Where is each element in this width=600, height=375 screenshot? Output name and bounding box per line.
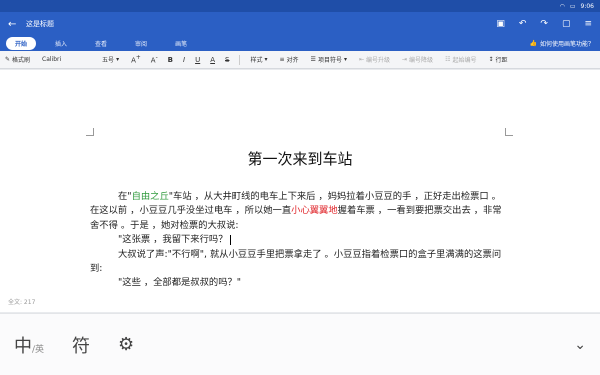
- more-icon[interactable]: ≡: [584, 19, 592, 29]
- bold-icon[interactable]: B: [168, 56, 173, 64]
- redo-icon[interactable]: ↷: [540, 19, 548, 29]
- paragraph: "这张票 ，我留下来行吗？: [90, 233, 510, 247]
- style-select[interactable]: 样式 ▾: [250, 55, 267, 64]
- document-page[interactable]: 第一次来到车站 在"自由之丘"车站 ，从大井町线的电车上下来后 ，妈妈拉着小豆豆…: [0, 70, 600, 312]
- highlight-text: 小心翼翼地: [291, 205, 338, 217]
- align-label: 对齐: [286, 57, 299, 64]
- chevron-down-icon[interactable]: ⌄: [574, 337, 586, 353]
- title-bar: ← 这是标题 ▣ ↶ ↷ ▢ ≡: [0, 12, 600, 36]
- ime-zh-label: 中: [14, 335, 32, 357]
- ime-en-label: /英: [32, 344, 45, 355]
- chevron-down-icon: ▾: [264, 56, 268, 63]
- fullscreen-icon[interactable]: ▢: [562, 19, 571, 29]
- crop-mark: [505, 128, 513, 136]
- line-spacing-icon: ↕: [488, 56, 494, 63]
- font-name-select[interactable]: Calibri: [42, 56, 90, 63]
- start-numbering-button[interactable]: ☷ 起始编号: [445, 55, 476, 64]
- align-left-icon: ≡: [279, 56, 285, 63]
- bullets-button[interactable]: ☰ 项目符号 ▾: [311, 55, 347, 64]
- word-count: 全文: 217: [8, 299, 36, 306]
- pen-help-label: 如何使用画笔功能？: [539, 41, 594, 48]
- text-run: 在": [118, 191, 132, 202]
- chevron-down-icon: ▾: [116, 56, 120, 63]
- status-bar: ◠ ▭ 9:06: [0, 0, 600, 12]
- format-painter-button[interactable]: ✎ 格式刷: [5, 55, 30, 64]
- italic-icon[interactable]: I: [183, 56, 185, 64]
- increase-font-icon[interactable]: A+: [131, 55, 141, 64]
- font-size-select[interactable]: 五号 ▾: [102, 55, 119, 64]
- back-arrow-icon[interactable]: ←: [8, 19, 26, 30]
- document-body[interactable]: 在"自由之丘"车站 ，从大井町线的电车上下来后 ，妈妈拉着小豆豆的手 ，正好走出…: [90, 190, 510, 291]
- ime-symbol-key[interactable]: 符: [72, 332, 90, 358]
- numbered-list-icon: ☷: [445, 56, 451, 63]
- toolbar-divider: [239, 54, 241, 65]
- tab-review[interactable]: 审阅: [126, 37, 156, 50]
- font-size-value: 五号: [102, 57, 115, 64]
- font-color-icon[interactable]: A: [210, 56, 215, 64]
- ime-symbol-label: 符: [72, 335, 91, 357]
- outdent-icon: ⇥: [402, 56, 408, 63]
- crop-mark: [86, 128, 94, 136]
- bullets-label: 项目符号: [317, 57, 342, 64]
- text-caret: [229, 234, 231, 245]
- gear-icon: ⚙: [118, 334, 135, 355]
- tab-start[interactable]: 开始: [6, 37, 37, 50]
- paragraph: 大叔说了声:"不行啊", 就从小豆豆手里把票拿走了 。小豆豆指着检票口的盒子里满…: [90, 248, 502, 275]
- decrease-font-icon[interactable]: A-: [151, 55, 158, 64]
- numbering-down-button[interactable]: ⇥ 编号降级: [402, 55, 433, 64]
- format-painter-label: 格式刷: [12, 57, 31, 64]
- ime-bar: 中 /英 符 ⚙ ⌄: [0, 313, 600, 375]
- formatting-toolbar: ✎ 格式刷 Calibri 五号 ▾ A+ A- B I U A S 样式 ▾ …: [0, 51, 600, 69]
- underline-icon[interactable]: U: [195, 56, 200, 64]
- style-label: 样式: [250, 57, 263, 64]
- align-button[interactable]: ≡ 对齐: [280, 55, 299, 64]
- tab-insert[interactable]: 插入: [46, 37, 76, 50]
- paragraph: 在"自由之丘"车站 ，从大井町线的电车上下来后 ，妈妈拉着小豆豆的手 ，正好走出…: [90, 190, 510, 233]
- numbering-down-label: 编号降级: [409, 57, 434, 64]
- font-name-value: Calibri: [42, 56, 62, 63]
- text-run: "这张票 ，我留下来行吗？: [118, 234, 228, 246]
- undo-icon[interactable]: ↶: [519, 19, 527, 29]
- document-title[interactable]: 这是标题: [26, 19, 496, 29]
- ribbon-tabs: 开始 插入 查看 审阅 画笔 👍 如何使用画笔功能？: [0, 36, 600, 51]
- brush-icon: ✎: [5, 56, 11, 63]
- tab-view[interactable]: 查看: [86, 37, 116, 50]
- line-spacing-button[interactable]: ↕ 行距: [488, 55, 507, 64]
- start-numbering-label: 起始编号: [452, 57, 477, 64]
- numbering-up-button[interactable]: ⇤ 编号升级: [359, 55, 390, 64]
- numbering-up-label: 编号升级: [366, 57, 391, 64]
- strikethrough-icon[interactable]: S: [225, 56, 229, 64]
- battery-icon: ▭: [569, 2, 576, 10]
- thumb-icon: 👍: [529, 40, 537, 47]
- chevron-down-icon: ▾: [343, 56, 347, 63]
- tab-pen[interactable]: 画笔: [166, 37, 196, 50]
- ime-settings-key[interactable]: ⚙: [118, 334, 134, 355]
- status-time: 9:06: [580, 2, 594, 10]
- paragraph: "这些 ，全部都是叔叔的吗？": [118, 277, 242, 289]
- ime-language-toggle[interactable]: 中 /英: [14, 332, 44, 358]
- list-icon: ☰: [310, 56, 316, 63]
- highlight-text: 自由之丘: [131, 191, 169, 202]
- line-spacing-label: 行距: [495, 57, 508, 64]
- save-icon[interactable]: ▣: [496, 19, 505, 29]
- wifi-icon: ◠: [559, 2, 565, 10]
- pen-help-link[interactable]: 👍 如何使用画笔功能？: [530, 39, 595, 48]
- indent-icon: ⇤: [358, 56, 364, 63]
- document-heading: 第一次来到车站: [247, 150, 353, 168]
